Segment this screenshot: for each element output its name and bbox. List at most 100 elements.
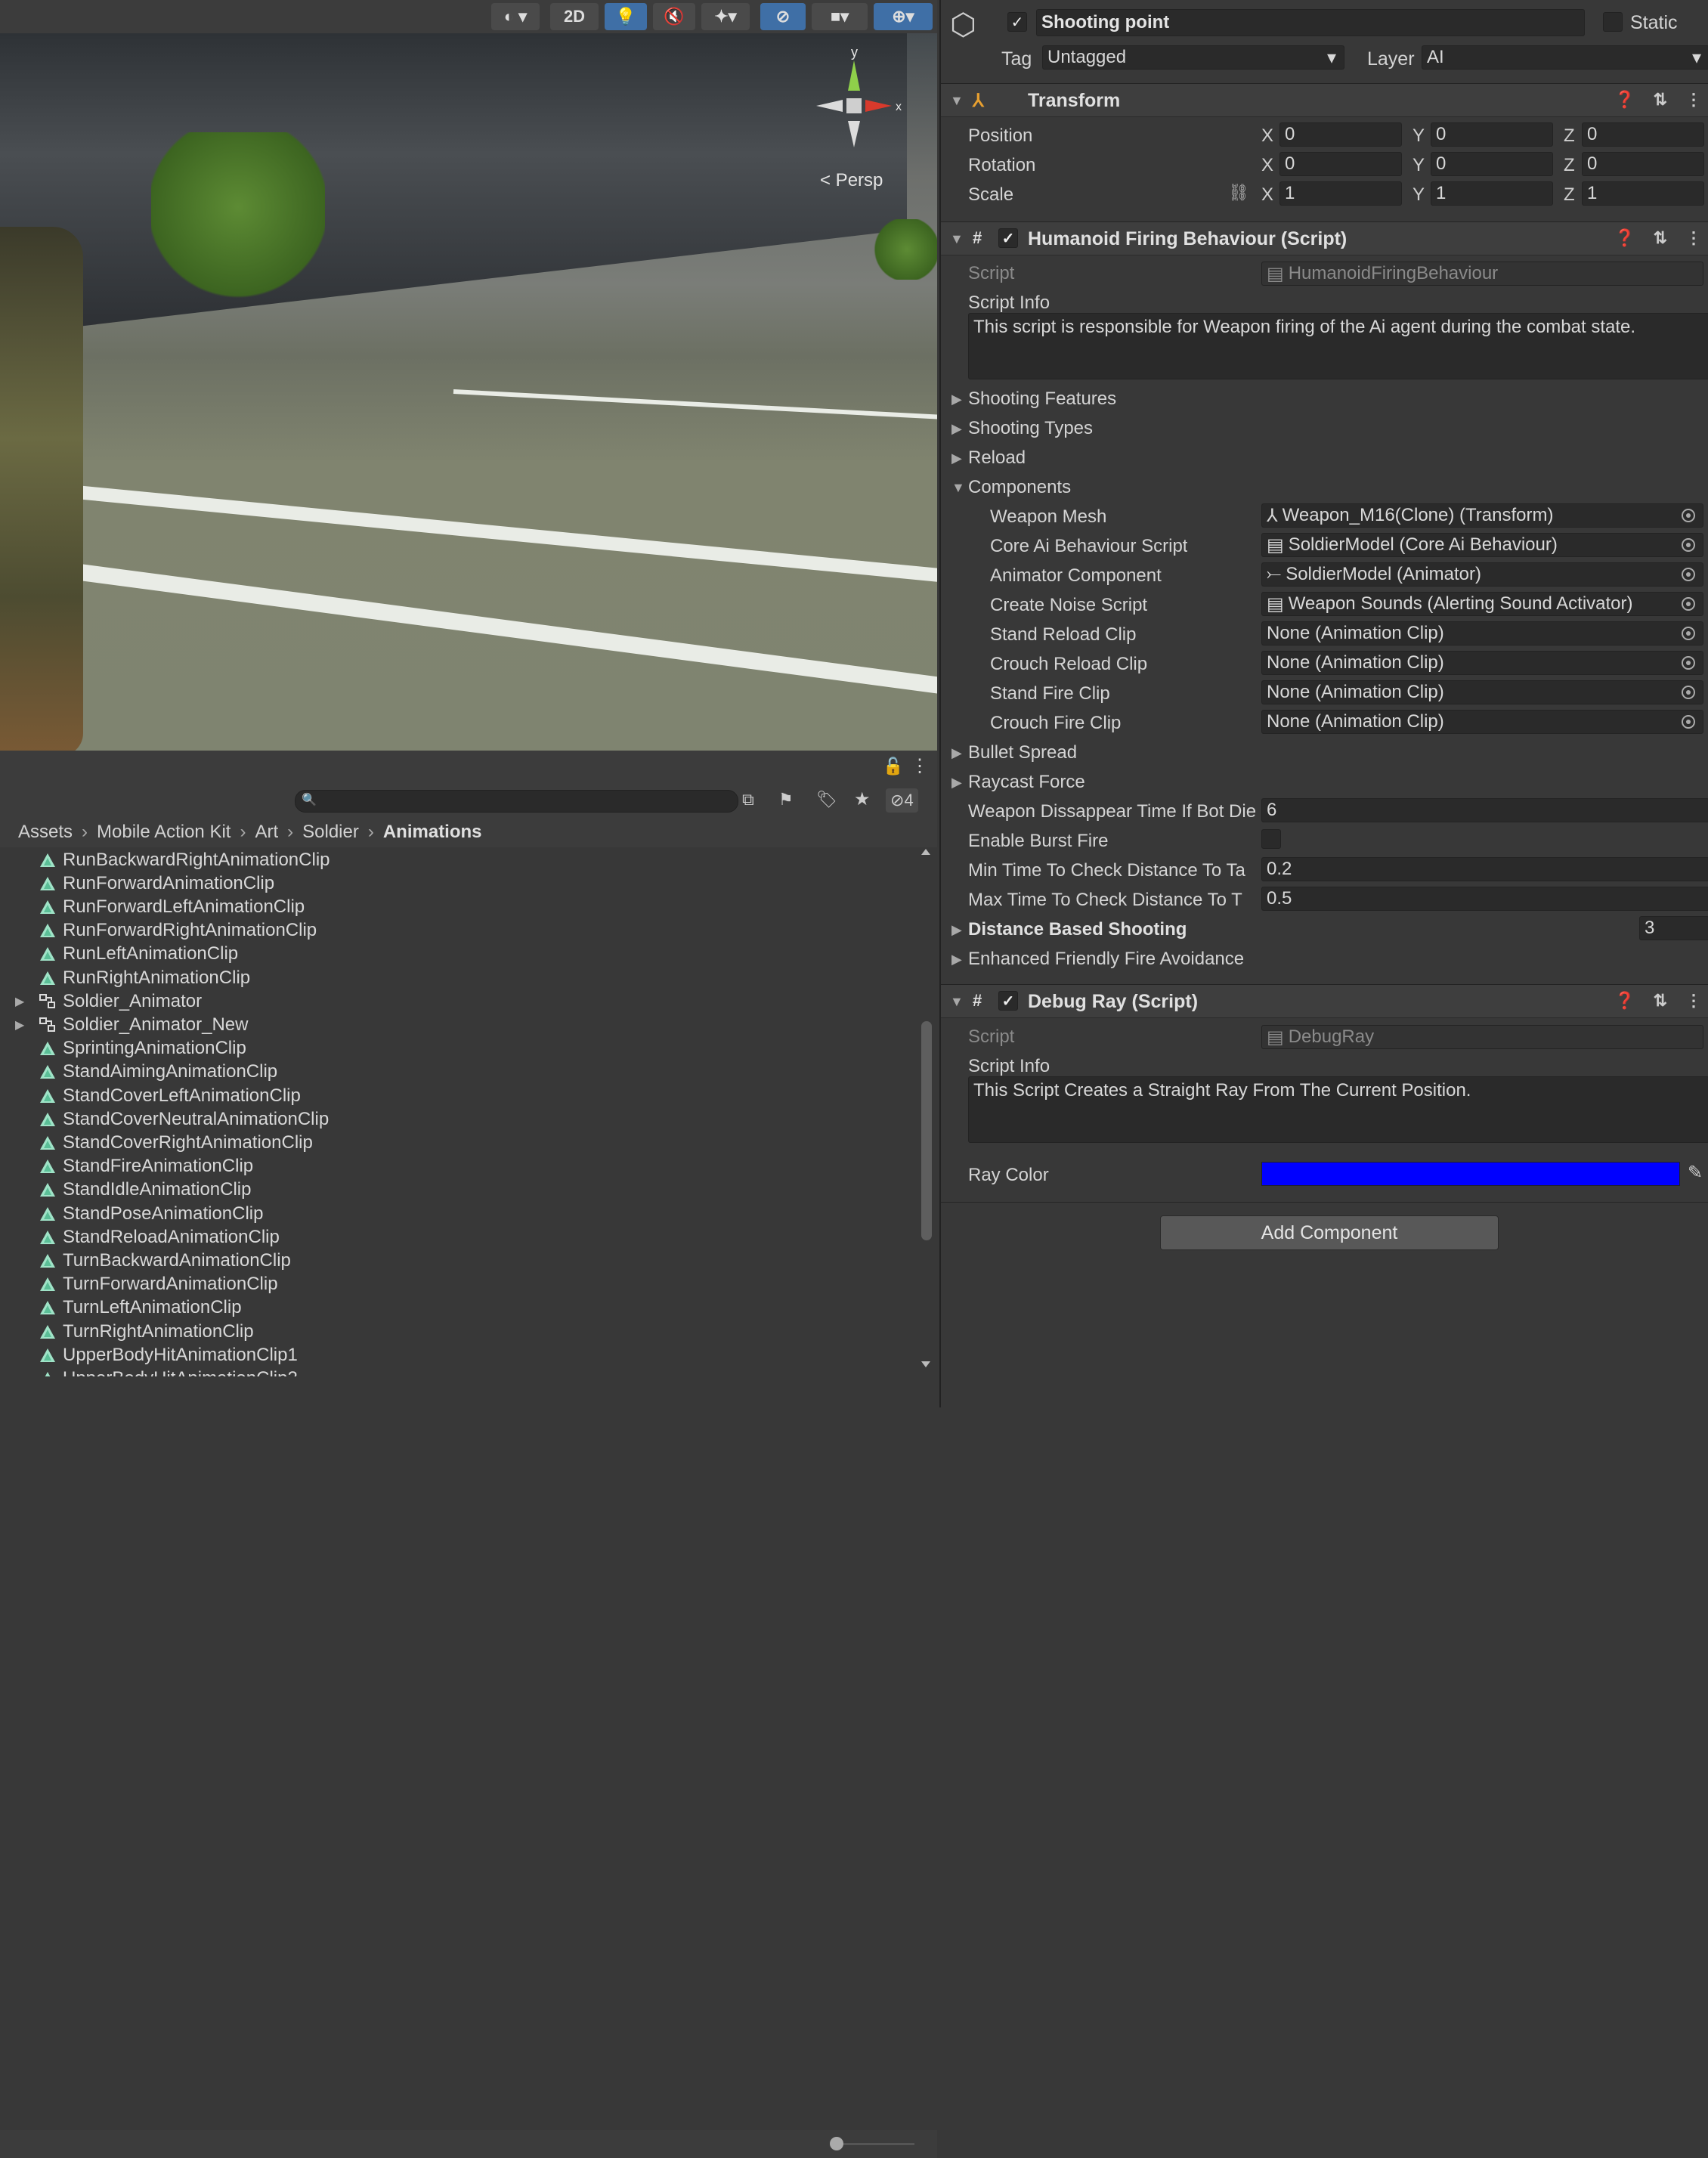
scale-axis-label[interactable]: Y bbox=[1413, 184, 1425, 206]
help-icon[interactable]: ❓ bbox=[1614, 228, 1635, 248]
raycast-force-foldout[interactable]: Raycast Force bbox=[968, 772, 1085, 793]
file-item[interactable]: UpperBodyHitAnimationClip1 bbox=[0, 1343, 907, 1367]
position-z-field[interactable]: 0 bbox=[1582, 122, 1704, 147]
file-item[interactable]: StandCoverNeutralAnimationClip bbox=[0, 1107, 907, 1131]
label-filter-icon[interactable]: 🏷 bbox=[816, 790, 837, 810]
breadcrumb-mobile-action-kit[interactable]: Mobile Action Kit bbox=[97, 822, 231, 843]
preset-icon[interactable]: ⇅ bbox=[1654, 90, 1667, 110]
gizmo-neg-x-axis[interactable] bbox=[816, 100, 843, 112]
foldout-expanded-icon[interactable]: ▼ bbox=[951, 480, 965, 496]
component-field-value[interactable]: ⤚SoldierModel (Animator) bbox=[1261, 562, 1703, 587]
project-scrollbar[interactable] bbox=[918, 847, 933, 1369]
object-picker-icon[interactable] bbox=[1682, 656, 1695, 670]
debug-ray-header[interactable]: ▼ # ✓ Debug Ray (Script) ❓⇅⋮ bbox=[941, 984, 1708, 1018]
projection-label[interactable]: < Persp bbox=[820, 170, 883, 191]
max-time-field[interactable]: 0.5 bbox=[1261, 887, 1708, 911]
rotation-axis-label[interactable]: Z bbox=[1564, 155, 1575, 176]
file-item[interactable]: StandIdleAnimationClip bbox=[0, 1178, 907, 1202]
foldout-collapsed-icon[interactable]: ▶ bbox=[951, 421, 962, 437]
lighting-toggle-button[interactable]: 💡 bbox=[605, 3, 647, 30]
constrain-proportions-icon[interactable]: ⛓ bbox=[1228, 183, 1249, 203]
firing-info-textarea[interactable]: This script is responsible for Weapon fi… bbox=[968, 313, 1708, 379]
toggle-2d-button[interactable]: 2D bbox=[550, 3, 599, 30]
object-name-field[interactable]: Shooting point bbox=[1036, 9, 1585, 36]
preset-icon[interactable]: ⇅ bbox=[1654, 991, 1667, 1011]
file-item[interactable]: StandPoseAnimationClip bbox=[0, 1202, 907, 1225]
foldout-expanded-icon[interactable]: ▼ bbox=[950, 994, 964, 1010]
firing-behaviour-header[interactable]: ▼ # ✓ Humanoid Firing Behaviour (Script)… bbox=[941, 221, 1708, 255]
gizmo-neg-y-axis[interactable] bbox=[848, 121, 860, 147]
object-picker-icon[interactable] bbox=[1682, 715, 1695, 729]
firing-enabled-checkbox[interactable]: ✓ bbox=[998, 228, 1018, 248]
create-filter-icon[interactable]: ⧉ bbox=[742, 790, 754, 810]
scale-z-field[interactable]: 1 bbox=[1582, 181, 1704, 206]
debug-info-textarea[interactable]: This Script Creates a Straight Ray From … bbox=[968, 1076, 1708, 1143]
foldout-collapsed-icon[interactable]: ▶ bbox=[951, 775, 962, 791]
foldout-collapsed-icon[interactable]: ▶ bbox=[15, 1017, 24, 1033]
debug-ray-enabled-checkbox[interactable]: ✓ bbox=[998, 991, 1018, 1011]
file-item[interactable]: RunLeftAnimationClip bbox=[0, 943, 907, 966]
rotation-z-field[interactable]: 0 bbox=[1582, 152, 1704, 176]
foldout-expanded-icon[interactable]: ▼ bbox=[950, 93, 964, 109]
component-field-value[interactable]: ⅄Weapon_M16(Clone) (Transform) bbox=[1261, 503, 1703, 528]
component-field-value[interactable]: ▤SoldierModel (Core Ai Behaviour) bbox=[1261, 533, 1703, 557]
position-axis-label[interactable]: Y bbox=[1413, 125, 1425, 147]
file-item[interactable]: StandAimingAnimationClip bbox=[0, 1060, 907, 1084]
foldout-collapsed-icon[interactable]: ▶ bbox=[951, 745, 962, 761]
tag-dropdown[interactable]: Untagged▾ bbox=[1042, 45, 1344, 70]
component-field-value[interactable]: None (Animation Clip) bbox=[1261, 621, 1703, 646]
disappear-time-field[interactable]: 6 bbox=[1261, 798, 1708, 822]
zoom-slider-handle[interactable] bbox=[830, 2137, 843, 2150]
friendly-fire-foldout[interactable]: Enhanced Friendly Fire Avoidance bbox=[968, 949, 1244, 970]
file-item[interactable]: StandCoverLeftAnimationClip bbox=[0, 1084, 907, 1107]
scene-visibility-button[interactable]: ⊘ bbox=[760, 3, 806, 30]
scene-view[interactable]: ◐ ▾ 2D 💡 🔇 ✦▾ ⊘ ■▾ ⊕▾ y x < Persp bbox=[0, 0, 937, 751]
foldout-expanded-icon[interactable]: ▼ bbox=[950, 231, 964, 247]
bullet-spread-foldout[interactable]: Bullet Spread bbox=[968, 742, 1077, 763]
debug-script-field[interactable]: ▤DebugRay bbox=[1261, 1025, 1703, 1049]
breadcrumb-assets[interactable]: Assets bbox=[18, 822, 73, 843]
file-item[interactable]: StandCoverRightAnimationClip bbox=[0, 1131, 907, 1154]
scale-axis-label[interactable]: X bbox=[1261, 184, 1273, 206]
foldout-collapsed-icon[interactable]: ▶ bbox=[15, 994, 24, 1009]
component-field-value[interactable]: None (Animation Clip) bbox=[1261, 680, 1703, 704]
soldier-model[interactable] bbox=[0, 227, 83, 751]
object-picker-icon[interactable] bbox=[1682, 509, 1695, 522]
add-component-button[interactable]: Add Component bbox=[1160, 1215, 1499, 1250]
gameobject-cube-icon[interactable]: ⬡ bbox=[950, 8, 976, 42]
file-item[interactable]: RunRightAnimationClip bbox=[0, 966, 907, 989]
camera-settings-button[interactable]: ■▾ bbox=[812, 3, 868, 30]
help-icon[interactable]: ❓ bbox=[1614, 991, 1635, 1011]
object-picker-icon[interactable] bbox=[1682, 627, 1695, 640]
min-time-field[interactable]: 0.2 bbox=[1261, 857, 1708, 881]
ray-color-swatch[interactable] bbox=[1261, 1162, 1680, 1186]
foldout-collapsed-icon[interactable]: ▶ bbox=[951, 450, 962, 466]
project-search-input[interactable]: 🔍 bbox=[295, 790, 738, 813]
position-x-field[interactable]: 0 bbox=[1279, 122, 1402, 147]
file-item[interactable]: StandReloadAnimationClip bbox=[0, 1225, 907, 1249]
reload-foldout[interactable]: Reload bbox=[968, 447, 1026, 469]
scroll-up-icon[interactable] bbox=[921, 849, 930, 855]
scrollbar-thumb[interactable] bbox=[921, 1021, 932, 1240]
rotation-y-field[interactable]: 0 bbox=[1431, 152, 1553, 176]
scale-axis-label[interactable]: Z bbox=[1564, 184, 1575, 206]
gizmos-button[interactable]: ⊕▾ bbox=[874, 3, 933, 30]
distance-based-shooting-foldout[interactable]: Distance Based Shooting bbox=[968, 919, 1187, 940]
breadcrumb-art[interactable]: Art bbox=[255, 822, 278, 843]
file-item[interactable]: ▶Soldier_Animator bbox=[0, 989, 907, 1013]
scale-x-field[interactable]: 1 bbox=[1279, 181, 1402, 206]
breadcrumb-soldier[interactable]: Soldier bbox=[302, 822, 359, 843]
foldout-collapsed-icon[interactable]: ▶ bbox=[951, 952, 962, 968]
kebab-menu-icon[interactable]: ⋮ bbox=[1685, 90, 1702, 110]
file-item[interactable]: TurnRightAnimationClip bbox=[0, 1320, 907, 1343]
object-picker-icon[interactable] bbox=[1682, 538, 1695, 552]
gizmo-x-axis[interactable] bbox=[865, 100, 892, 112]
favorite-star-icon[interactable]: ★ bbox=[854, 788, 871, 810]
rotation-axis-label[interactable]: X bbox=[1261, 155, 1273, 176]
burst-fire-checkbox[interactable] bbox=[1261, 829, 1281, 849]
file-item[interactable]: RunBackwardRightAnimationClip bbox=[0, 848, 907, 872]
kebab-menu-icon[interactable]: ⋮ bbox=[1685, 991, 1702, 1011]
foldout-collapsed-icon[interactable]: ▶ bbox=[951, 392, 962, 407]
audio-toggle-button[interactable]: 🔇 bbox=[653, 3, 695, 30]
file-item[interactable]: RunForwardRightAnimationClip bbox=[0, 919, 907, 943]
